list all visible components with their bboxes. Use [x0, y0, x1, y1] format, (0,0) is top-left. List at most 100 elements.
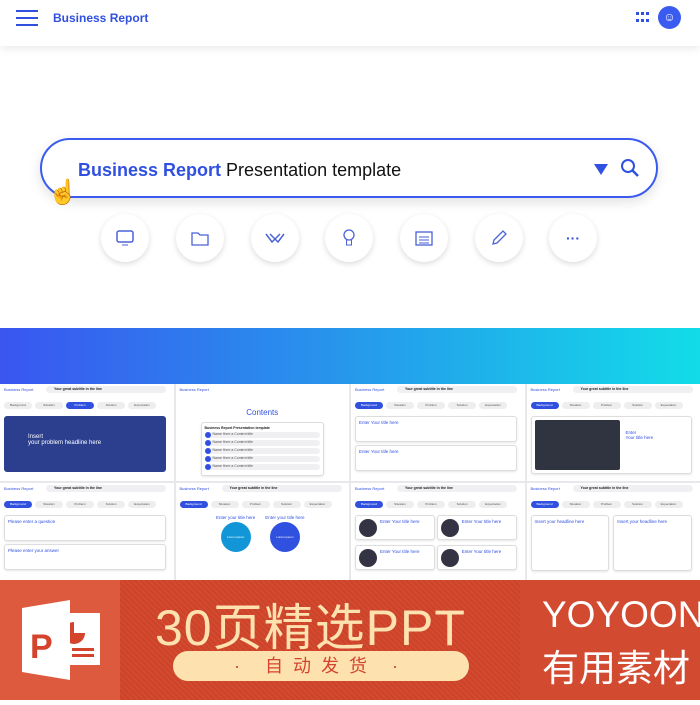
thumb-subtitle: Your great subtitle in the line	[573, 386, 693, 393]
content-row: Name Here a Content title	[205, 456, 321, 462]
thumb-tab: Solution	[273, 501, 301, 508]
thumb-body: Enter Your title here Enter Your title he…	[355, 416, 517, 478]
thumb-card: Enter Your title here	[437, 545, 517, 570]
thumb-tab: Expectation	[655, 402, 683, 409]
thumb-body: Enter Your title here Enter Your title he…	[355, 515, 517, 577]
thumb-tab: Expectation	[479, 402, 507, 409]
search-icon[interactable]	[620, 158, 640, 178]
thumb-title: Insert your headline here	[535, 519, 606, 524]
headline-area: 30页精选PPT · 自动发货 ·	[120, 580, 520, 700]
thumb-tab: Problem	[593, 402, 621, 409]
thumb-card: Business Report Presentation template Nam…	[201, 422, 325, 476]
triangle-down-icon[interactable]	[594, 164, 608, 175]
brand-subtitle: 有用素材	[542, 638, 690, 692]
thumb-brand: Business Report	[355, 387, 384, 392]
thumb-title: Enter Your title here	[462, 549, 502, 564]
grid-icon[interactable]	[636, 12, 650, 24]
thumb-brand: Business Report	[4, 486, 33, 491]
brand-name: YOYOON	[542, 594, 700, 636]
thumb-row-label: Name Here a Content title	[213, 464, 253, 468]
powerpoint-logo: P	[0, 580, 120, 700]
thumb-card: Enter Your title here	[355, 545, 435, 570]
more-icon[interactable]: ···	[549, 214, 597, 262]
thumb-tabs: BackgroundSituationProblemSolutionExpect…	[4, 501, 156, 508]
thumb-row-label: Name Here a Content title	[213, 440, 253, 444]
thumb-brand: Business Report	[180, 387, 209, 392]
thumb-subtitle: Your great subtitle in the line	[397, 386, 517, 393]
thumb-tab: Solution	[448, 501, 476, 508]
thumb-tabs: BackgroundSituationProblemSolutionExpect…	[180, 501, 332, 508]
thumb-title: Enter your title here	[265, 515, 304, 520]
hamburger-icon[interactable]	[16, 10, 38, 26]
thumb-card: Enter Your title here	[355, 445, 517, 471]
thumb-title: Enter Your title here	[380, 519, 420, 534]
thumb-body: Please enter a questionPlease enter your…	[4, 515, 166, 577]
slide-thumbnail[interactable]: Business ReportContentsBusiness Report P…	[176, 384, 350, 481]
folder-icon[interactable]	[176, 214, 224, 262]
slide-thumbnails: Business Report Your great subtitle in th…	[0, 384, 700, 580]
thumb-title: Enter Your title here	[359, 449, 513, 454]
thumb-tab: Problem	[242, 501, 270, 508]
thumb-subtitle: Business Report Presentation template	[205, 426, 321, 430]
thumb-card: Insert your headline here	[531, 515, 610, 571]
handshake-icon[interactable]	[251, 214, 299, 262]
pencil-icon[interactable]	[475, 214, 523, 262]
svg-text:P: P	[30, 628, 53, 666]
thumb-subtitle: Your great subtitle in the line	[46, 485, 166, 492]
search-highlight: Business Report	[78, 160, 221, 180]
content-row: Name Here a Content title	[205, 432, 321, 438]
thumb-tab: Problem	[66, 501, 94, 508]
search-bar[interactable]: Business Report Presentation template	[40, 138, 658, 198]
thumb-title: Enter Your title here	[462, 519, 502, 534]
slide-thumbnail[interactable]: Business Report Your great subtitle in th…	[0, 483, 174, 580]
thumb-brand: Business Report	[531, 387, 560, 392]
thumb-title: Your title here	[626, 435, 654, 440]
thumb-tabs: BackgroundSituationProblemSolutionExpect…	[4, 402, 156, 409]
thumb-card: Enter Your title here	[437, 515, 517, 540]
thumb-title: Enter Your title here	[359, 420, 513, 425]
thumb-card: Insert your headline here	[613, 515, 692, 571]
thumb-brand: Business Report	[531, 486, 560, 491]
thumb-title: Enter Your title here	[380, 549, 420, 564]
search-text[interactable]: Business Report Presentation template	[78, 160, 401, 181]
slide-thumbnail[interactable]: Business Report Your great subtitle in th…	[351, 384, 525, 481]
thumb-card: Please enter your answer	[4, 544, 166, 570]
thumb-brand: Business Report	[180, 486, 209, 491]
monitor-icon[interactable]	[101, 214, 149, 262]
slide-thumbnail[interactable]: Business ReportYour great subtitle in th…	[176, 483, 350, 580]
thumb-tab: Background	[4, 402, 32, 409]
thumb-tab: Solution	[97, 501, 125, 508]
thumb-card: EnterYour title here	[531, 416, 693, 474]
thumb-brand: Business Report	[4, 387, 33, 392]
thumb-tab: Situation	[562, 402, 590, 409]
thumb-title: Insert your headline here	[617, 519, 688, 524]
user-avatar[interactable]: ☺	[658, 6, 681, 29]
thumb-circle: Lorem ipsum	[221, 522, 251, 552]
brand-area: YOYOON 有用素材	[520, 580, 700, 700]
thumb-tab: Solution	[624, 402, 652, 409]
thumb-body: EnterYour title here	[531, 416, 693, 478]
thumb-brand: Business Report	[355, 486, 384, 491]
app-title: Business Report	[53, 11, 148, 25]
slide-thumbnail[interactable]: Business Report Your great subtitle in th…	[527, 483, 700, 580]
slide-thumbnail[interactable]: Business Report Your great subtitle in th…	[527, 384, 700, 481]
thumb-title: Enter your title here	[216, 515, 255, 520]
thumb-tab: Expectation	[304, 501, 332, 508]
thumb-title: Please enter your answer	[8, 548, 162, 553]
slide-thumbnail[interactable]: Business ReportYour great subtitle in th…	[0, 384, 174, 481]
calendar-icon[interactable]	[400, 214, 448, 262]
slide-thumbnail[interactable]: Business ReportYour great subtitle in th…	[351, 483, 525, 580]
lightbulb-icon[interactable]	[325, 214, 373, 262]
thumb-body: Insert your headline here Insert your hea…	[531, 515, 693, 577]
thumb-tab: Situation	[35, 402, 63, 409]
thumb-tab: Situation	[386, 402, 414, 409]
thumb-tab: Solution	[97, 402, 125, 409]
thumb-tabs: BackgroundSituationProblemSolutionExpect…	[531, 501, 683, 508]
top-bar: Business Report ☺	[0, 0, 700, 46]
thumb-card: Enter Your title here	[355, 515, 435, 540]
thumb-row-label: Name Here a Content title	[213, 456, 253, 460]
thumb-subtitle: Your great subtitle in the line	[573, 485, 693, 492]
thumb-row-label: Name Here a Content title	[213, 432, 253, 436]
category-icons: ···	[101, 214, 601, 262]
thumb-title: your problem headline here	[28, 440, 142, 446]
